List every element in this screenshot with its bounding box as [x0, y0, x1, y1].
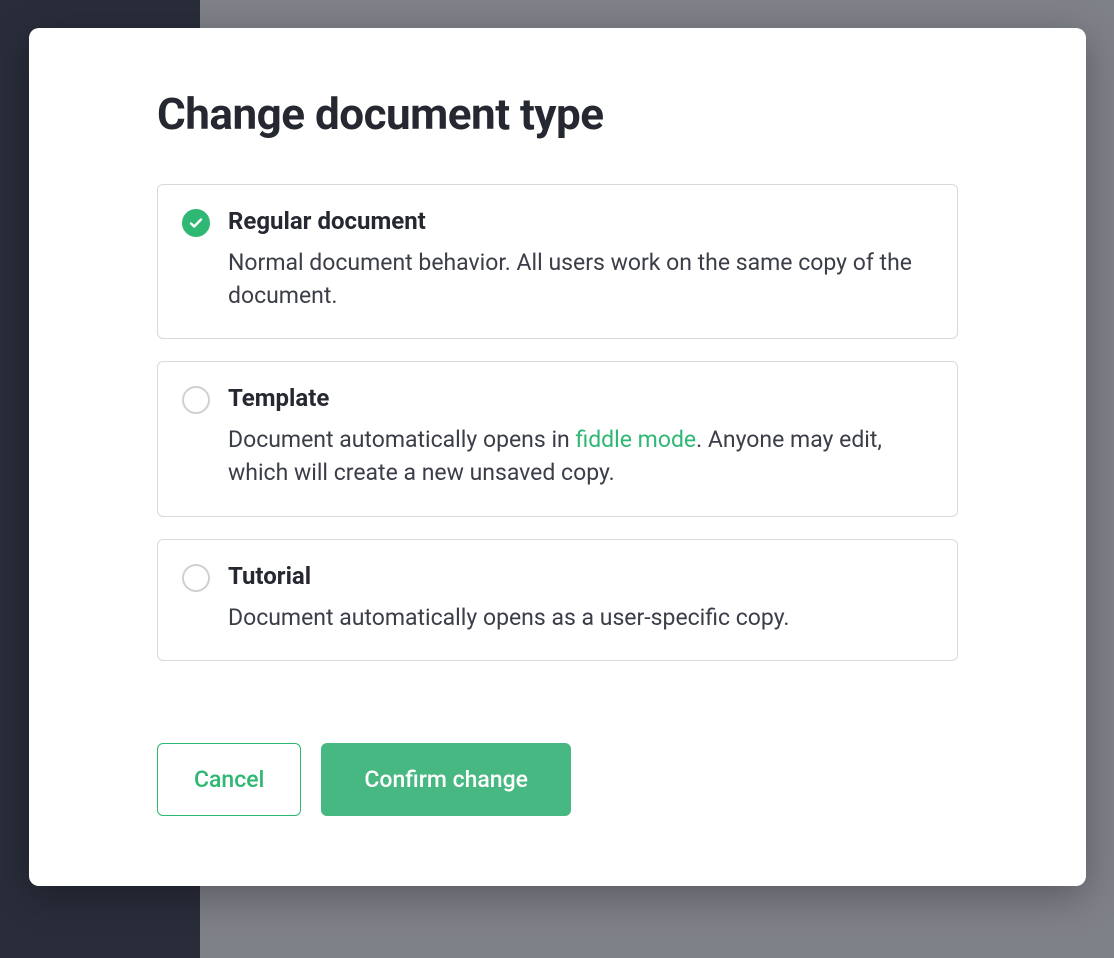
radio-unselected-icon[interactable]: [182, 386, 210, 414]
modal-actions: Cancel Confirm change: [157, 743, 958, 816]
option-title: Template: [228, 384, 933, 412]
option-tutorial[interactable]: Tutorial Document automatically opens as…: [157, 539, 958, 662]
option-description: Normal document behavior. All users work…: [228, 247, 933, 312]
option-title: Tutorial: [228, 562, 933, 590]
modal-title: Change document type: [157, 88, 958, 140]
fiddle-mode-link[interactable]: fiddle mode: [575, 426, 696, 453]
cancel-button[interactable]: Cancel: [157, 743, 301, 816]
option-body: Template Document automatically opens in…: [228, 384, 933, 489]
confirm-button[interactable]: Confirm change: [321, 743, 571, 816]
option-description: Document automatically opens in fiddle m…: [228, 424, 933, 489]
option-title: Regular document: [228, 207, 933, 235]
radio-selected-icon[interactable]: [182, 209, 210, 237]
option-body: Regular document Normal document behavio…: [228, 207, 933, 312]
option-body: Tutorial Document automatically opens as…: [228, 562, 933, 635]
change-document-type-modal: Change document type Regular document No…: [29, 28, 1086, 886]
option-regular-document[interactable]: Regular document Normal document behavio…: [157, 184, 958, 339]
radio-unselected-icon[interactable]: [182, 564, 210, 592]
option-template[interactable]: Template Document automatically opens in…: [157, 361, 958, 516]
option-description: Document automatically opens as a user-s…: [228, 602, 933, 635]
check-icon: [188, 215, 204, 231]
